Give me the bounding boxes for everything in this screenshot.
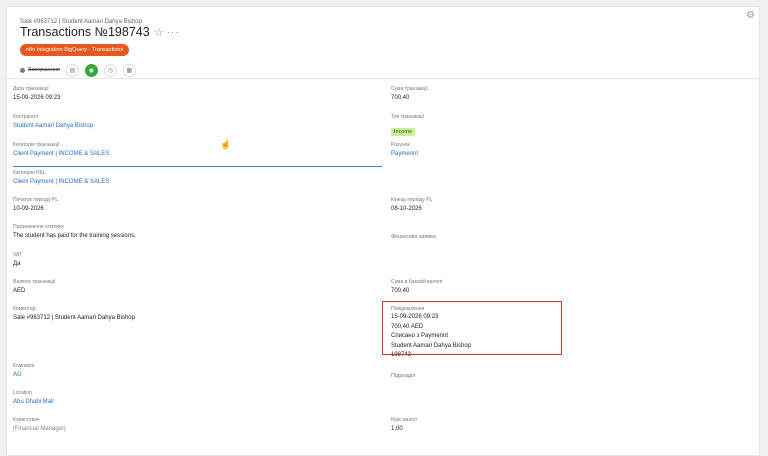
hand-cursor-icon: ☝	[220, 139, 232, 149]
more-options-icon[interactable]: ···	[167, 27, 180, 38]
field-base-amount[interactable]: Сума в базовій валюті 700,40	[391, 279, 443, 294]
status-dot-icon	[20, 67, 25, 73]
field-purpose[interactable]: Призначення платежу The student has paid…	[13, 224, 136, 239]
field-pl-category[interactable]: Категорія P&L Client Payment | INCOME & …	[13, 170, 109, 185]
page-title: Transactions №198743	[20, 25, 150, 39]
integration-chip[interactable]: n8n Integration BigQuery - Transactions	[20, 44, 130, 56]
type-badge: Income	[391, 128, 416, 136]
highlight-box	[382, 301, 562, 355]
field-vat[interactable]: VAT Да	[13, 252, 22, 267]
status-label: Завершення	[28, 67, 60, 73]
field-account[interactable]: Рахунок Paymennt	[391, 142, 418, 157]
field-company[interactable]: Компанія AG	[13, 363, 34, 378]
status-badge[interactable]: Завершення	[20, 67, 60, 73]
focus-underline	[13, 166, 382, 167]
toolbar: Завершення ▤ ◉ ◷ ▦	[20, 63, 136, 77]
field-type[interactable]: Тип транзакції Income	[391, 114, 424, 138]
field-pl-end[interactable]: Кінець періоду PL 08-10-2026	[391, 197, 432, 212]
clock-icon[interactable]: ◷	[103, 63, 117, 77]
field-user[interactable]: Користувач [Financial Manager]	[13, 417, 66, 432]
field-currency[interactable]: Валюта транзакції AED	[13, 279, 55, 294]
field-amount[interactable]: Сума транзакції 700,40	[391, 86, 428, 101]
field-fin-request[interactable]: Фінансова заявка	[391, 234, 436, 240]
divider	[7, 78, 759, 79]
field-location[interactable]: Location Abu Dhabi Mall	[13, 390, 54, 405]
settings-icon[interactable]: ⚙	[746, 10, 755, 21]
grid-icon[interactable]: ▦	[122, 63, 136, 77]
transaction-card: ⚙ Sale #963712 | Student Aamari Dahya Bi…	[6, 6, 760, 456]
field-division[interactable]: Підрозділ	[391, 373, 415, 379]
field-comment[interactable]: Коментар Sale #963712 | Student Aamari D…	[13, 306, 135, 321]
title-row: Transactions №198743 ☆ ···	[20, 25, 180, 39]
star-icon[interactable]: ☆	[154, 26, 164, 39]
field-category[interactable]: Категорія транзакції Client Payment | IN…	[13, 142, 109, 157]
field-contractor[interactable]: Контрагент Student Aamari Dahya Bishop	[13, 114, 93, 129]
ok-icon[interactable]: ◉	[84, 63, 98, 77]
doc-icon[interactable]: ▤	[65, 63, 79, 77]
field-pl-start[interactable]: Початок періоду PL 10-09-2026	[13, 197, 58, 212]
field-date[interactable]: Дата транзакції 15-09-2026 09:23	[13, 86, 60, 101]
field-fx-rate[interactable]: Курс валют 1,00	[391, 417, 417, 432]
